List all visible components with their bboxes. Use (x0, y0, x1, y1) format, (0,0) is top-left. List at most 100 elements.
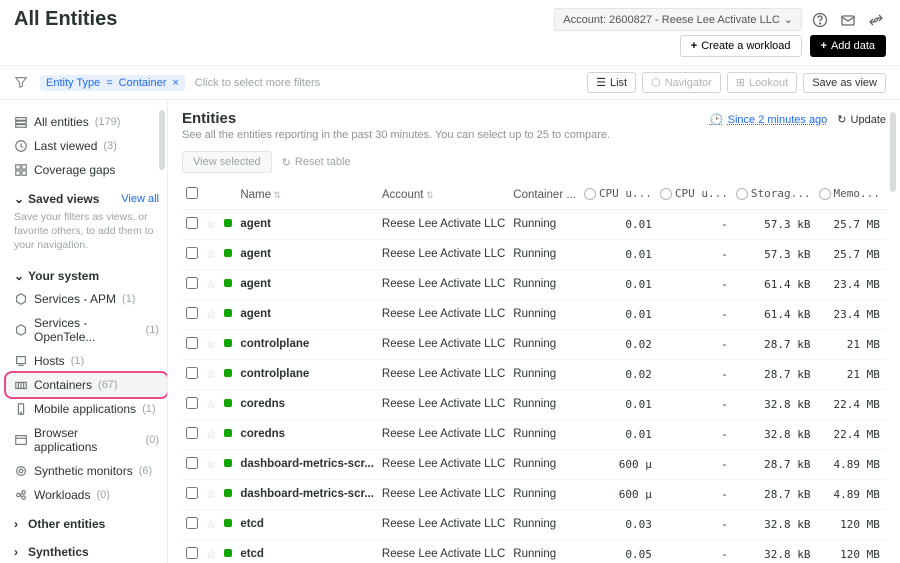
row-checkbox[interactable] (186, 487, 198, 499)
cell-name[interactable]: etcd (236, 509, 378, 539)
star-icon[interactable]: ☆ (202, 539, 220, 563)
row-checkbox[interactable] (186, 427, 198, 439)
table-row[interactable]: ☆controlplaneReese Lee Activate LLCRunni… (182, 329, 886, 359)
view-lookout-button[interactable]: ⊞ Lookout (727, 72, 797, 93)
star-icon[interactable]: ☆ (202, 299, 220, 329)
saved-views-section[interactable]: ⌄ Saved views View all (6, 182, 167, 210)
cell-name[interactable]: etcd (236, 539, 378, 563)
since-link[interactable]: 🕑 Since 2 minutes ago (710, 113, 827, 126)
cell-cpu1: 600 µ (580, 449, 656, 479)
inbox-icon[interactable] (838, 10, 858, 30)
row-checkbox[interactable] (186, 217, 198, 229)
account-selector[interactable]: Account: 2600827 - Reese Lee Activate LL… (554, 8, 802, 31)
clock-icon: 🕑 (710, 113, 724, 126)
cell-name[interactable]: coredns (236, 419, 378, 449)
star-icon[interactable]: ☆ (202, 329, 220, 359)
col-storage[interactable]: Storag... (732, 181, 815, 209)
star-icon[interactable]: ☆ (202, 449, 220, 479)
cell-name[interactable]: controlplane (236, 359, 378, 389)
save-as-view-button[interactable]: Save as view (803, 73, 886, 93)
sidebar-item-synthetic-monitors[interactable]: Synthetic monitors (6) (6, 459, 167, 483)
sidebar: All entities (179)Last viewed (3)Coverag… (0, 100, 168, 563)
section-other-entities[interactable]: ›Other entities (6, 507, 167, 535)
sidebar-item-count: (1) (122, 293, 135, 305)
cell-name[interactable]: agent (236, 209, 378, 239)
your-system-section[interactable]: ⌄ Your system (6, 259, 167, 287)
table-row[interactable]: ☆dashboard-metrics-scr...Reese Lee Activ… (182, 449, 886, 479)
filter-input[interactable]: Click to select more filters (195, 77, 577, 89)
help-icon[interactable] (810, 10, 830, 30)
sidebar-item-coverage-gaps[interactable]: Coverage gaps (6, 158, 167, 182)
table-row[interactable]: ☆corednsReese Lee Activate LLCRunning0.0… (182, 419, 886, 449)
host-icon (14, 354, 28, 368)
row-checkbox[interactable] (186, 397, 198, 409)
share-icon[interactable] (866, 10, 886, 30)
col-cpu1[interactable]: CPU u... (580, 181, 656, 209)
cell-name[interactable]: controlplane (236, 329, 378, 359)
sidebar-item-services-apm[interactable]: Services - APM (1) (6, 287, 167, 311)
reset-table-button[interactable]: ↻ Reset table (282, 151, 351, 173)
cell-name[interactable]: dashboard-metrics-scr... (236, 479, 378, 509)
col-memory[interactable]: Memo... (815, 181, 884, 209)
row-checkbox[interactable] (186, 547, 198, 559)
cell-name[interactable]: agent (236, 269, 378, 299)
cell-name[interactable]: dashboard-metrics-scr... (236, 449, 378, 479)
row-checkbox[interactable] (186, 247, 198, 259)
scrollbar[interactable] (890, 112, 896, 192)
cell-name[interactable]: agent (236, 239, 378, 269)
sidebar-item-all-entities[interactable]: All entities (179) (6, 110, 167, 134)
sidebar-item-workloads[interactable]: Workloads (0) (6, 483, 167, 507)
view-all-link[interactable]: View all (121, 193, 159, 205)
cell-name[interactable]: agent (236, 299, 378, 329)
row-checkbox[interactable] (186, 457, 198, 469)
cell-name[interactable]: coredns (236, 389, 378, 419)
row-checkbox[interactable] (186, 337, 198, 349)
col-name[interactable]: Name (236, 181, 378, 209)
star-icon[interactable]: ☆ (202, 389, 220, 419)
refresh-icon: ↻ (837, 113, 846, 126)
table-row[interactable]: ☆dashboard-metrics-scr...Reese Lee Activ… (182, 479, 886, 509)
table-row[interactable]: ☆agentReese Lee Activate LLCRunning0.01-… (182, 209, 886, 239)
view-list-button[interactable]: ☰ List (587, 72, 636, 93)
sidebar-item-mobile-applications[interactable]: Mobile applications (1) (6, 397, 167, 421)
add-data-button[interactable]: + Add data (810, 35, 886, 57)
table-row[interactable]: ☆agentReese Lee Activate LLCRunning0.01-… (182, 299, 886, 329)
star-icon[interactable]: ☆ (202, 479, 220, 509)
row-checkbox[interactable] (186, 517, 198, 529)
view-selected-button[interactable]: View selected (182, 151, 272, 173)
table-row[interactable]: ☆etcdReese Lee Activate LLCRunning0.03-3… (182, 509, 886, 539)
col-account[interactable]: Account (378, 181, 509, 209)
star-icon[interactable]: ☆ (202, 359, 220, 389)
list-icon: ☰ (596, 76, 606, 89)
refresh-icon: ↻ (282, 156, 291, 169)
table-row[interactable]: ☆corednsReese Lee Activate LLCRunning0.0… (182, 389, 886, 419)
table-row[interactable]: ☆agentReese Lee Activate LLCRunning0.01-… (182, 239, 886, 269)
row-checkbox[interactable] (186, 367, 198, 379)
scrollbar[interactable] (159, 110, 165, 170)
view-navigator-button[interactable]: ⬡ Navigator (642, 72, 721, 93)
chip-remove-icon[interactable]: × (172, 77, 178, 89)
col-cpu2[interactable]: CPU u... (656, 181, 732, 209)
sidebar-item-hosts[interactable]: Hosts (1) (6, 349, 167, 373)
sidebar-item-browser-applications[interactable]: Browser applications (0) (6, 421, 167, 459)
star-icon[interactable]: ☆ (202, 269, 220, 299)
table-row[interactable]: ☆etcdReese Lee Activate LLCRunning0.05-3… (182, 539, 886, 563)
sidebar-item-services-opentele-[interactable]: Services - OpenTele... (1) (6, 311, 167, 349)
section-synthetics[interactable]: ›Synthetics (6, 535, 167, 563)
row-checkbox[interactable] (186, 307, 198, 319)
table-row[interactable]: ☆controlplaneReese Lee Activate LLCRunni… (182, 359, 886, 389)
table-row[interactable]: ☆agentReese Lee Activate LLCRunning0.01-… (182, 269, 886, 299)
star-icon[interactable]: ☆ (202, 209, 220, 239)
row-checkbox[interactable] (186, 277, 198, 289)
create-workload-button[interactable]: + Create a workload (680, 35, 802, 57)
col-network[interactable]: Netwo... (884, 181, 886, 209)
col-container[interactable]: Container ... (509, 181, 580, 209)
star-icon[interactable]: ☆ (202, 509, 220, 539)
sidebar-item-containers[interactable]: Containers (67) (6, 373, 167, 397)
sidebar-item-last-viewed[interactable]: Last viewed (3) (6, 134, 167, 158)
update-button[interactable]: ↻ Update (837, 113, 886, 126)
star-icon[interactable]: ☆ (202, 419, 220, 449)
select-all-checkbox[interactable] (186, 187, 198, 199)
filter-chip-entity-type[interactable]: Entity Type = Container × (40, 75, 185, 91)
star-icon[interactable]: ☆ (202, 239, 220, 269)
